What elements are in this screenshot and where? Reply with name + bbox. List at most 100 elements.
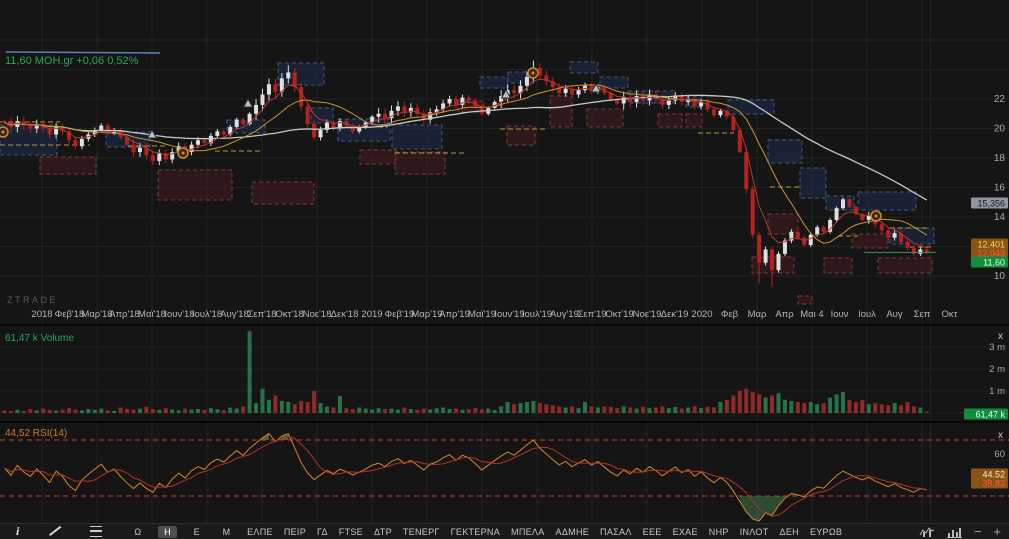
ticker-button-ΕΕΕ[interactable]: ΕΕΕ bbox=[643, 527, 662, 537]
volume-pane-label: 61,47 k Volume bbox=[5, 333, 74, 344]
bottom-toolbar: i ΩΗΕΜ ΕΛΠΕ ΠΕΙΡ ΓΔ FTSE ΔΤΡ ΤΕΝΕΡΓ ΓΕΚΤΕΡΝΑ ΜΠΕΛ… bbox=[0, 523, 1009, 539]
time-axis-label: Ιουλ'18 bbox=[192, 309, 222, 320]
volume-badge-text: 61,47 k bbox=[975, 410, 1005, 420]
watermark: ZTRADE bbox=[7, 295, 58, 305]
demand-zone-box bbox=[824, 258, 852, 273]
demand-zone-box bbox=[658, 114, 682, 127]
zoom-in-button[interactable]: + bbox=[993, 525, 1001, 538]
period-button-Ε[interactable]: Ε bbox=[188, 526, 206, 538]
demand-zone-box bbox=[878, 258, 932, 273]
indicators-icon[interactable] bbox=[90, 525, 102, 539]
price-axis-label: 22 bbox=[994, 94, 1006, 105]
volume-axis-label: 2 m bbox=[989, 364, 1005, 375]
price-axis-label: 20 bbox=[994, 124, 1006, 135]
toolbar-right-group: −+ bbox=[919, 524, 1001, 539]
time-axis-label: Ιουν bbox=[831, 309, 849, 320]
ticker-button-ΠΑΣΑΛ[interactable]: ΠΑΣΑΛ bbox=[600, 527, 632, 537]
supply-zone-box bbox=[858, 192, 916, 210]
trendline[interactable] bbox=[6, 52, 160, 53]
ticker-button-ΑΔΜΗΕ[interactable]: ΑΔΜΗΕ bbox=[556, 527, 590, 537]
price-axis-label: 10 bbox=[994, 271, 1006, 282]
price-axis-label: 16 bbox=[994, 183, 1006, 194]
ticker-button-ΔΤΡ[interactable]: ΔΤΡ bbox=[374, 527, 392, 537]
time-axis-label: Φεβ'18 bbox=[55, 309, 85, 320]
demand-zone-box bbox=[158, 170, 232, 200]
time-axis-label: Οκτ'18 bbox=[275, 309, 303, 320]
supply-zone-box bbox=[768, 140, 802, 163]
time-axis-label: Ιουλ'19 bbox=[522, 309, 552, 320]
time-axis-label: Αυγ bbox=[886, 309, 903, 320]
period-button-Μ[interactable]: Μ bbox=[217, 526, 237, 538]
time-axis-label: Αυγ'19 bbox=[550, 309, 579, 320]
time-axis-label: Απρ bbox=[775, 309, 794, 320]
time-axis-label: Ιουλ bbox=[858, 309, 876, 320]
supply-zone-box bbox=[800, 168, 826, 198]
time-axis-label: Σεπ'19 bbox=[577, 309, 606, 320]
period-button-Η[interactable]: Η bbox=[158, 526, 177, 538]
chart-canvas[interactable]: 2018Φεβ'18Μαρ'18Απρ'18Μαϊ'18Ιουν'18Ιουλ'… bbox=[0, 0, 1009, 523]
time-axis-label: 2018 bbox=[31, 309, 52, 320]
rsi-pane-close-button[interactable]: x bbox=[998, 430, 1003, 441]
time-axis-label: Μαι 4 bbox=[800, 309, 823, 320]
ticker-button-FTSE[interactable]: FTSE bbox=[339, 527, 363, 537]
time-axis-label: 2020 bbox=[691, 309, 712, 320]
drawn-zones[interactable] bbox=[0, 52, 934, 304]
ticker-button-ΓΕΚΤΕΡΝΑ[interactable]: ΓΕΚΤΕΡΝΑ bbox=[451, 527, 500, 537]
ticker-button-ΔΕΗ[interactable]: ΔΕΗ bbox=[780, 527, 799, 537]
supply-zone-box bbox=[227, 120, 265, 133]
ticker-button-ΕΛΠΕ[interactable]: ΕΛΠΕ bbox=[247, 527, 273, 537]
info-icon[interactable]: i bbox=[16, 525, 19, 539]
time-axis-label: Φεβ bbox=[721, 309, 739, 320]
time-axis-label: Φεβ'19 bbox=[385, 309, 415, 320]
supply-zone-box bbox=[480, 77, 508, 88]
demand-zone-box bbox=[360, 150, 396, 164]
ticker-button-ΓΔ[interactable]: ΓΔ bbox=[317, 527, 328, 537]
volume-axis-label: 1 m bbox=[989, 386, 1005, 397]
time-axis-label: Μαϊ'18 bbox=[138, 309, 166, 320]
ticker-button-ΕΥΡΩΒ[interactable]: ΕΥΡΩΒ bbox=[810, 527, 842, 537]
volume-pane-close-button[interactable]: x bbox=[998, 331, 1003, 342]
rsi-signal-line bbox=[5, 437, 927, 517]
line-tool-icon[interactable] bbox=[49, 525, 60, 539]
supply-zone-box bbox=[392, 125, 442, 149]
time-axis-label: Αυγ'18 bbox=[220, 309, 249, 320]
zoom-out-button[interactable]: − bbox=[974, 525, 982, 538]
demand-zone-box bbox=[40, 157, 96, 174]
volume-bars bbox=[3, 331, 929, 413]
volume-indicator-icon[interactable] bbox=[947, 525, 962, 539]
time-axis-label: Δεκ'18 bbox=[331, 309, 359, 320]
time-axis-label: Μαρ'19 bbox=[411, 309, 442, 320]
ticker-button-ΕΧΑΕ[interactable]: ΕΧΑΕ bbox=[673, 527, 698, 537]
time-axis-label: Μαϊ'19 bbox=[468, 309, 496, 320]
ticker-button-ΠΕΙΡ[interactable]: ΠΕΙΡ bbox=[284, 527, 306, 537]
time-axis-label: Μαρ'18 bbox=[81, 309, 112, 320]
rsi-pane-label: 44,52 RSI(14) bbox=[5, 428, 67, 439]
symbol-header: 11,60 MOH.gr +0,06 0,52% bbox=[5, 55, 139, 67]
price-axis-label: 14 bbox=[994, 212, 1006, 223]
ticker-button-ΜΠΕΛΑ[interactable]: ΜΠΕΛΑ bbox=[511, 527, 545, 537]
ticker-button-ΝΗΡ[interactable]: ΝΗΡ bbox=[709, 527, 729, 537]
info-glyph: i bbox=[16, 524, 19, 539]
volume-axis-label: 3 m bbox=[989, 342, 1005, 353]
trading-app: 2018Φεβ'18Μαρ'18Απρ'18Μαϊ'18Ιουν'18Ιουλ'… bbox=[0, 0, 1009, 539]
time-axis-label: Ιουν'19 bbox=[494, 309, 524, 320]
ticker-button-ΙΝΛΟΤ[interactable]: ΙΝΛΟΤ bbox=[740, 527, 769, 537]
time-axis-label: Νοε'19 bbox=[633, 309, 662, 320]
demand-zone-box bbox=[252, 182, 314, 204]
period-button-Ω[interactable]: Ω bbox=[128, 526, 147, 538]
demand-zone-box bbox=[395, 152, 445, 174]
time-axis-label: Οκτ bbox=[942, 309, 958, 320]
chart-type-icon[interactable] bbox=[919, 525, 935, 539]
time-axis-label: Δεκ'19 bbox=[661, 309, 689, 320]
time-axis-label: Σεπ bbox=[914, 309, 931, 320]
rsi-badge-text: 39,83 bbox=[982, 479, 1005, 489]
demand-zone-box bbox=[587, 109, 623, 127]
demand-zone-box bbox=[798, 296, 812, 304]
time-axis-label: Απρ'19 bbox=[439, 309, 470, 320]
ticker-button-ΤΕΝΕΡΓ[interactable]: ΤΕΝΕΡΓ bbox=[403, 527, 440, 537]
split-marker-icon bbox=[244, 99, 253, 107]
time-axis-label: Νοε'18 bbox=[303, 309, 332, 320]
time-axis-label: Σεπ'18 bbox=[247, 309, 276, 320]
supply-zone-box bbox=[570, 62, 598, 73]
candlesticks bbox=[3, 61, 929, 287]
